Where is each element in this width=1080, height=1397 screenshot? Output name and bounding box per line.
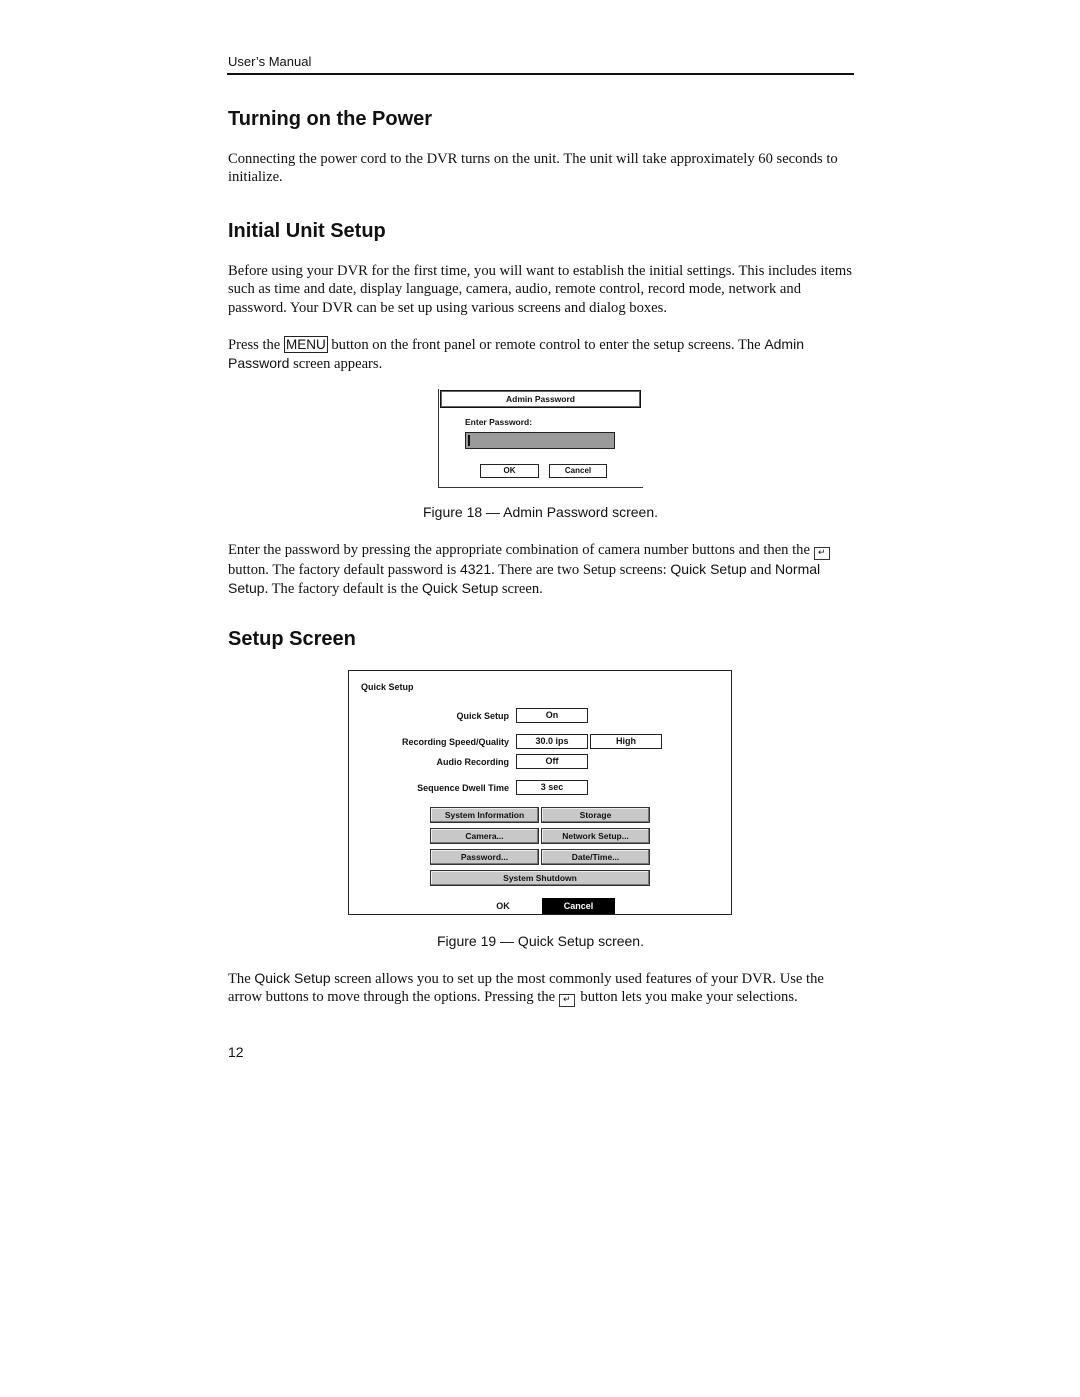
storage-button[interactable]: Storage <box>541 807 650 823</box>
date-time-button[interactable]: Date/Time... <box>541 849 650 865</box>
paragraph-initial-settings: Before using your DVR for the first time… <box>228 263 852 316</box>
text: The <box>228 971 255 987</box>
recording-speed-value[interactable]: 30.0 ips <box>516 734 588 749</box>
text-cursor <box>468 435 470 446</box>
text: button on the front panel or remote cont… <box>327 337 765 353</box>
ui-term-quick-setup: Quick Setup <box>670 561 747 577</box>
quick-setup-screen: Quick Setup Quick Setup On Recording Spe… <box>348 670 732 915</box>
enter-key-icon: ↵ <box>558 994 575 1008</box>
paragraph-enter-password: Enter the password by pressing the appro… <box>228 541 858 599</box>
figure-19-caption: Figure 19 — Quick Setup screen. <box>437 933 644 949</box>
system-shutdown-button[interactable]: System Shutdown <box>430 870 650 886</box>
recording-quality-value[interactable]: High <box>590 734 662 749</box>
enter-password-label: Enter Password: <box>465 417 533 427</box>
network-setup-button[interactable]: Network Setup... <box>541 828 650 844</box>
text: . The factory default is the <box>264 581 422 598</box>
text: button. The factory default password is <box>228 562 460 578</box>
enter-key-icon: ↵ <box>813 547 830 560</box>
audio-recording-value[interactable]: Off <box>516 754 588 769</box>
text: Press the <box>228 337 284 353</box>
label-audio-recording: Audio Recording <box>436 757 510 767</box>
heading-initial-unit-setup: Initial Unit Setup <box>228 220 386 242</box>
menu-key: MENU <box>283 336 328 353</box>
label-sequence-dwell-time: Sequence Dwell Time <box>417 783 509 793</box>
sequence-dwell-time-value[interactable]: 3 sec <box>516 780 588 795</box>
text: and <box>746 562 776 578</box>
text: screen. <box>498 581 543 598</box>
default-password: 4321 <box>459 561 492 577</box>
system-information-button[interactable]: System Information <box>430 807 539 823</box>
ok-button[interactable]: OK <box>467 898 539 914</box>
text: . There are two Setup screens: <box>491 562 671 578</box>
text: button lets you make your selections. <box>576 989 798 1006</box>
heading-turning-on-power: Turning on the Power <box>228 108 433 130</box>
text: screen appears. <box>289 356 383 373</box>
label-recording-speed-quality: Recording Speed/Quality <box>401 737 509 747</box>
header-rule <box>227 73 854 75</box>
password-button[interactable]: Password... <box>430 849 539 865</box>
ui-term-quick-setup: Quick Setup <box>421 580 499 597</box>
label-quick-setup: Quick Setup <box>456 711 509 721</box>
quick-setup-value[interactable]: On <box>516 708 588 723</box>
dialog-title: Admin Password <box>440 390 641 408</box>
screen-title: Quick Setup <box>361 682 414 692</box>
paragraph-press-menu: Press the MENU button on the front panel… <box>228 335 858 374</box>
figure-18-caption: Figure 18 — Admin Password screen. <box>423 504 658 520</box>
paragraph-quick-setup: The Quick Setup screen allows you to set… <box>228 969 858 1008</box>
heading-setup-screen: Setup Screen <box>228 628 356 650</box>
running-header: User’s Manual <box>228 54 312 69</box>
page-number: 12 <box>228 1044 244 1060</box>
ui-term-quick-setup: Quick Setup <box>254 970 331 986</box>
camera-button[interactable]: Camera... <box>430 828 539 844</box>
ok-button[interactable]: OK <box>480 464 539 478</box>
cancel-button[interactable]: Cancel <box>549 464 607 478</box>
cancel-button[interactable]: Cancel <box>542 898 615 914</box>
password-input[interactable] <box>465 432 615 449</box>
text: Enter the password by pressing the appro… <box>228 542 814 558</box>
paragraph-power: Connecting the power cord to the DVR tur… <box>228 151 838 186</box>
admin-password-dialog: Admin Password Enter Password: OK Cancel <box>438 389 643 488</box>
